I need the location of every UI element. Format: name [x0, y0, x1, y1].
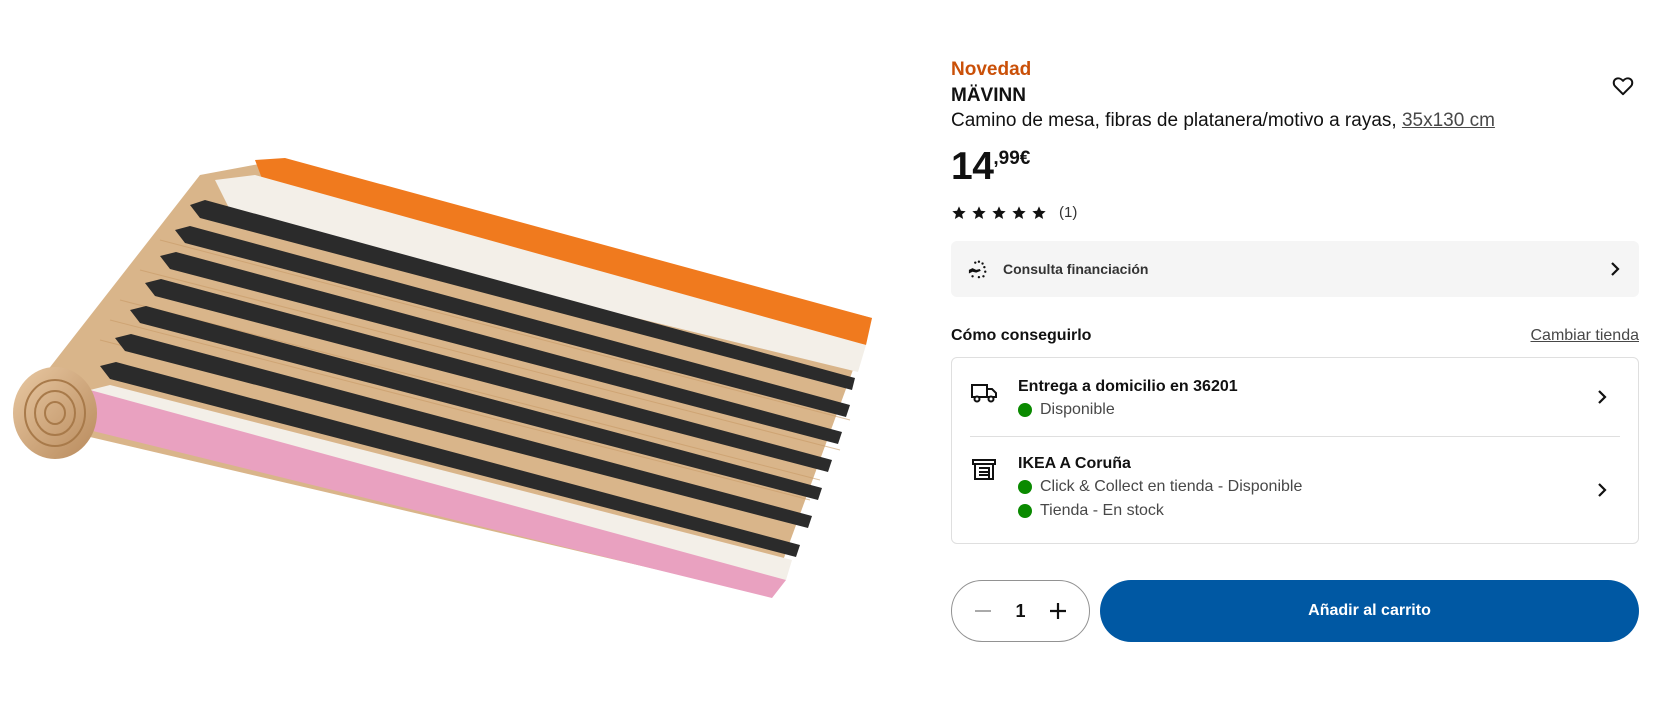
size-link[interactable]: 35x130 cm	[1402, 110, 1495, 131]
store-option[interactable]: IKEA A Coruña Click & Collect en tienda …	[970, 436, 1620, 543]
table-runner-illustration	[13, 158, 872, 598]
star-icon	[952, 205, 966, 219]
rating-count: (1)	[1059, 204, 1078, 221]
new-badge: Novedad	[951, 59, 1032, 80]
availability-title: Cómo conseguirlo	[951, 327, 1092, 344]
quantity-value[interactable]: 1	[1015, 601, 1025, 622]
delivery-status: Disponible	[1018, 398, 1238, 422]
product-description-text: Camino de mesa, fibras de platanera/moti…	[951, 110, 1397, 131]
product-info: Novedad MÄVINN Camino de mesa, fibras de…	[951, 58, 1639, 642]
increase-quantity-button[interactable]	[1043, 596, 1073, 626]
rating-stars	[951, 205, 1047, 221]
minus-icon	[975, 610, 991, 612]
chevron-right-icon	[1611, 262, 1620, 276]
delivery-title: Entrega a domicilio en 36201	[1018, 378, 1238, 395]
rating[interactable]: (1)	[951, 204, 1639, 221]
star-icon	[1012, 205, 1026, 219]
product-image[interactable]	[0, 0, 900, 701]
financing-banner[interactable]: Consulta financiación	[951, 241, 1639, 297]
price: 14 ,99€	[951, 147, 1639, 187]
buy-row: 1 Añadir al carrito	[951, 580, 1639, 642]
financing-label: Consulta financiación	[1003, 261, 1149, 277]
delivery-status-text: Disponible	[1040, 401, 1115, 418]
click-collect-status: Click & Collect en tienda - Disponible	[1018, 475, 1302, 499]
availability-header: Cómo conseguirlo Cambiar tienda	[951, 327, 1639, 345]
price-decimal: ,99€	[993, 148, 1031, 169]
price-integer: 14	[951, 145, 994, 188]
financing-icon	[968, 260, 987, 279]
available-dot	[1018, 480, 1032, 494]
star-icon	[992, 205, 1006, 219]
availability-box: Entrega a domicilio en 36201 Disponible …	[951, 357, 1639, 544]
available-dot	[1018, 403, 1032, 417]
store-icon	[972, 459, 996, 480]
store-stock-text: Tienda - En stock	[1040, 502, 1164, 519]
change-store-link[interactable]: Cambiar tienda	[1531, 327, 1640, 345]
quantity-stepper: 1	[951, 580, 1090, 642]
plus-icon	[1049, 603, 1066, 619]
home-delivery-option[interactable]: Entrega a domicilio en 36201 Disponible	[970, 358, 1620, 436]
star-icon	[1032, 205, 1046, 219]
truck-icon	[971, 384, 997, 403]
product-name[interactable]: MÄVINN	[951, 84, 1639, 108]
decrease-quantity-button[interactable]	[968, 596, 998, 626]
store-stock-status: Tienda - En stock	[1018, 499, 1302, 523]
product-description: Camino de mesa, fibras de platanera/moti…	[951, 109, 1639, 133]
store-title: IKEA A Coruña	[1018, 455, 1131, 472]
chevron-right-icon	[1598, 483, 1607, 497]
heart-icon	[1612, 77, 1634, 96]
in-stock-dot	[1018, 504, 1032, 518]
add-to-cart-button[interactable]: Añadir al carrito	[1100, 580, 1639, 642]
click-collect-text: Click & Collect en tienda - Disponible	[1040, 478, 1303, 495]
chevron-right-icon	[1598, 390, 1607, 404]
favorite-button[interactable]	[1607, 70, 1639, 102]
star-icon	[972, 205, 986, 219]
